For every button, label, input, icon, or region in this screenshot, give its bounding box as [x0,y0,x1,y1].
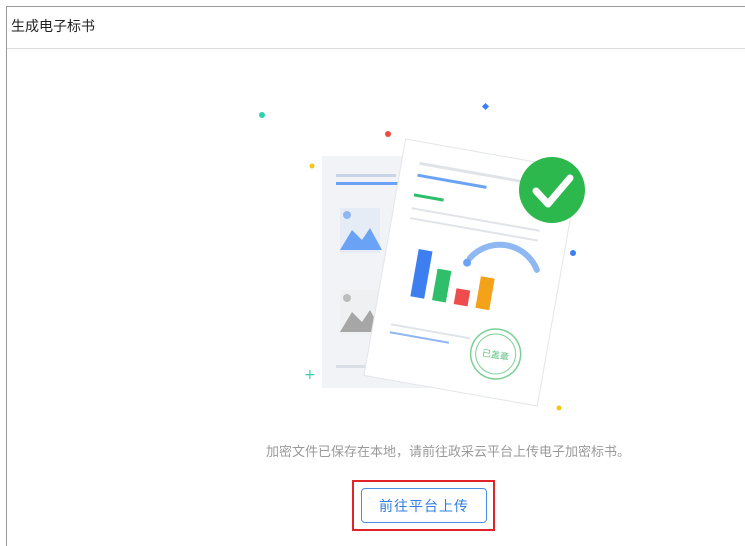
confetti-dot [385,131,391,137]
confetti-dot [556,405,562,411]
document-check-illustration: + 已盖章 [259,102,585,411]
chart-bar [453,288,471,307]
confetti-dot [309,163,315,169]
confetti-plus: + [304,367,316,383]
save-success-message: 加密文件已保存在本地，请前往政采云平台上传电子加密标书。 [265,445,630,460]
confetti-dot [570,250,576,256]
check-icon [519,157,585,223]
panel-title: 生成电子标书 [7,7,745,49]
confetti-star [481,102,490,111]
upload-to-platform-button[interactable]: 前往平台上传 [361,488,487,523]
confetti-dot [259,112,265,118]
